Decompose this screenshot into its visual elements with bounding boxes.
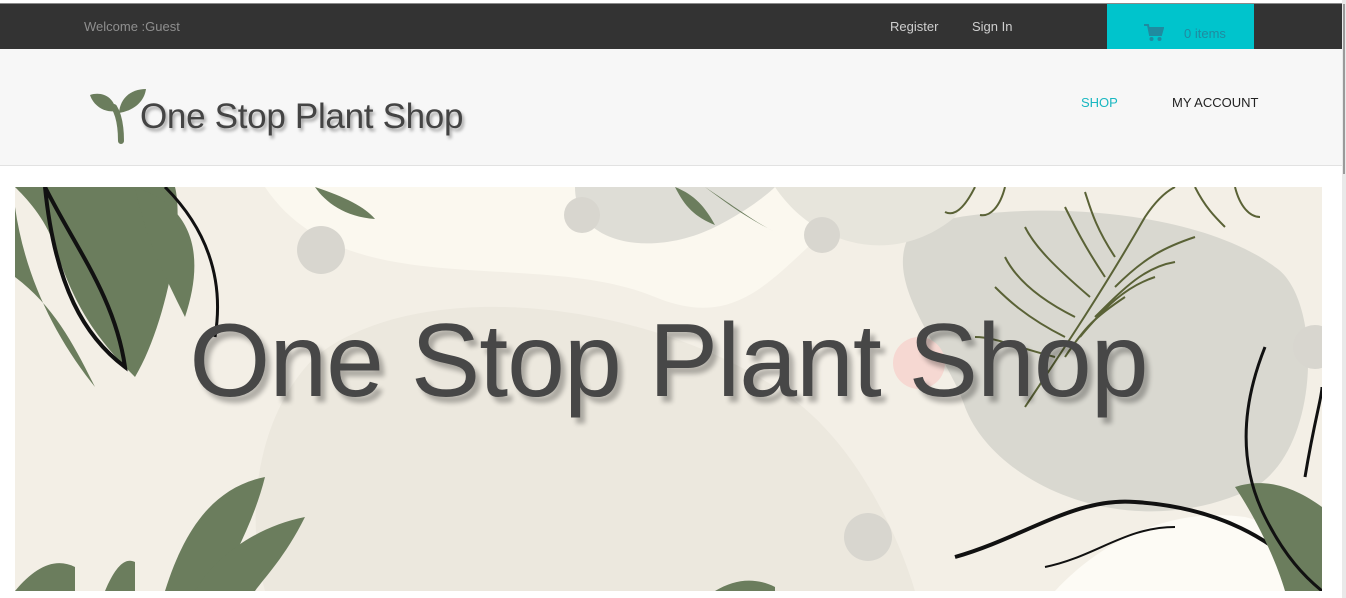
scrollbar-thumb[interactable] <box>1343 4 1345 174</box>
logo-text: One Stop Plant Shop <box>140 97 464 136</box>
nav-my-account[interactable]: MY ACCOUNT <box>1172 95 1258 110</box>
sprout-icon <box>90 89 146 144</box>
register-link[interactable]: Register <box>890 19 938 34</box>
nav-shop[interactable]: SHOP <box>1081 95 1118 110</box>
sign-in-link[interactable]: Sign In <box>972 19 1012 34</box>
cart-button[interactable]: 0 items <box>1107 4 1254 50</box>
welcome-text: Welcome :Guest <box>84 19 180 34</box>
site-header: One Stop Plant Shop SHOP MY ACCOUNT <box>0 49 1342 166</box>
top-utility-bar: Welcome :Guest Register Sign In 0 items <box>0 3 1342 50</box>
shopping-cart-icon <box>1144 24 1164 41</box>
hero-banner: One Stop Plant Shop <box>15 187 1322 591</box>
hero-title: One Stop Plant Shop <box>189 303 1148 419</box>
cart-item-count: 0 items <box>1184 26 1226 41</box>
